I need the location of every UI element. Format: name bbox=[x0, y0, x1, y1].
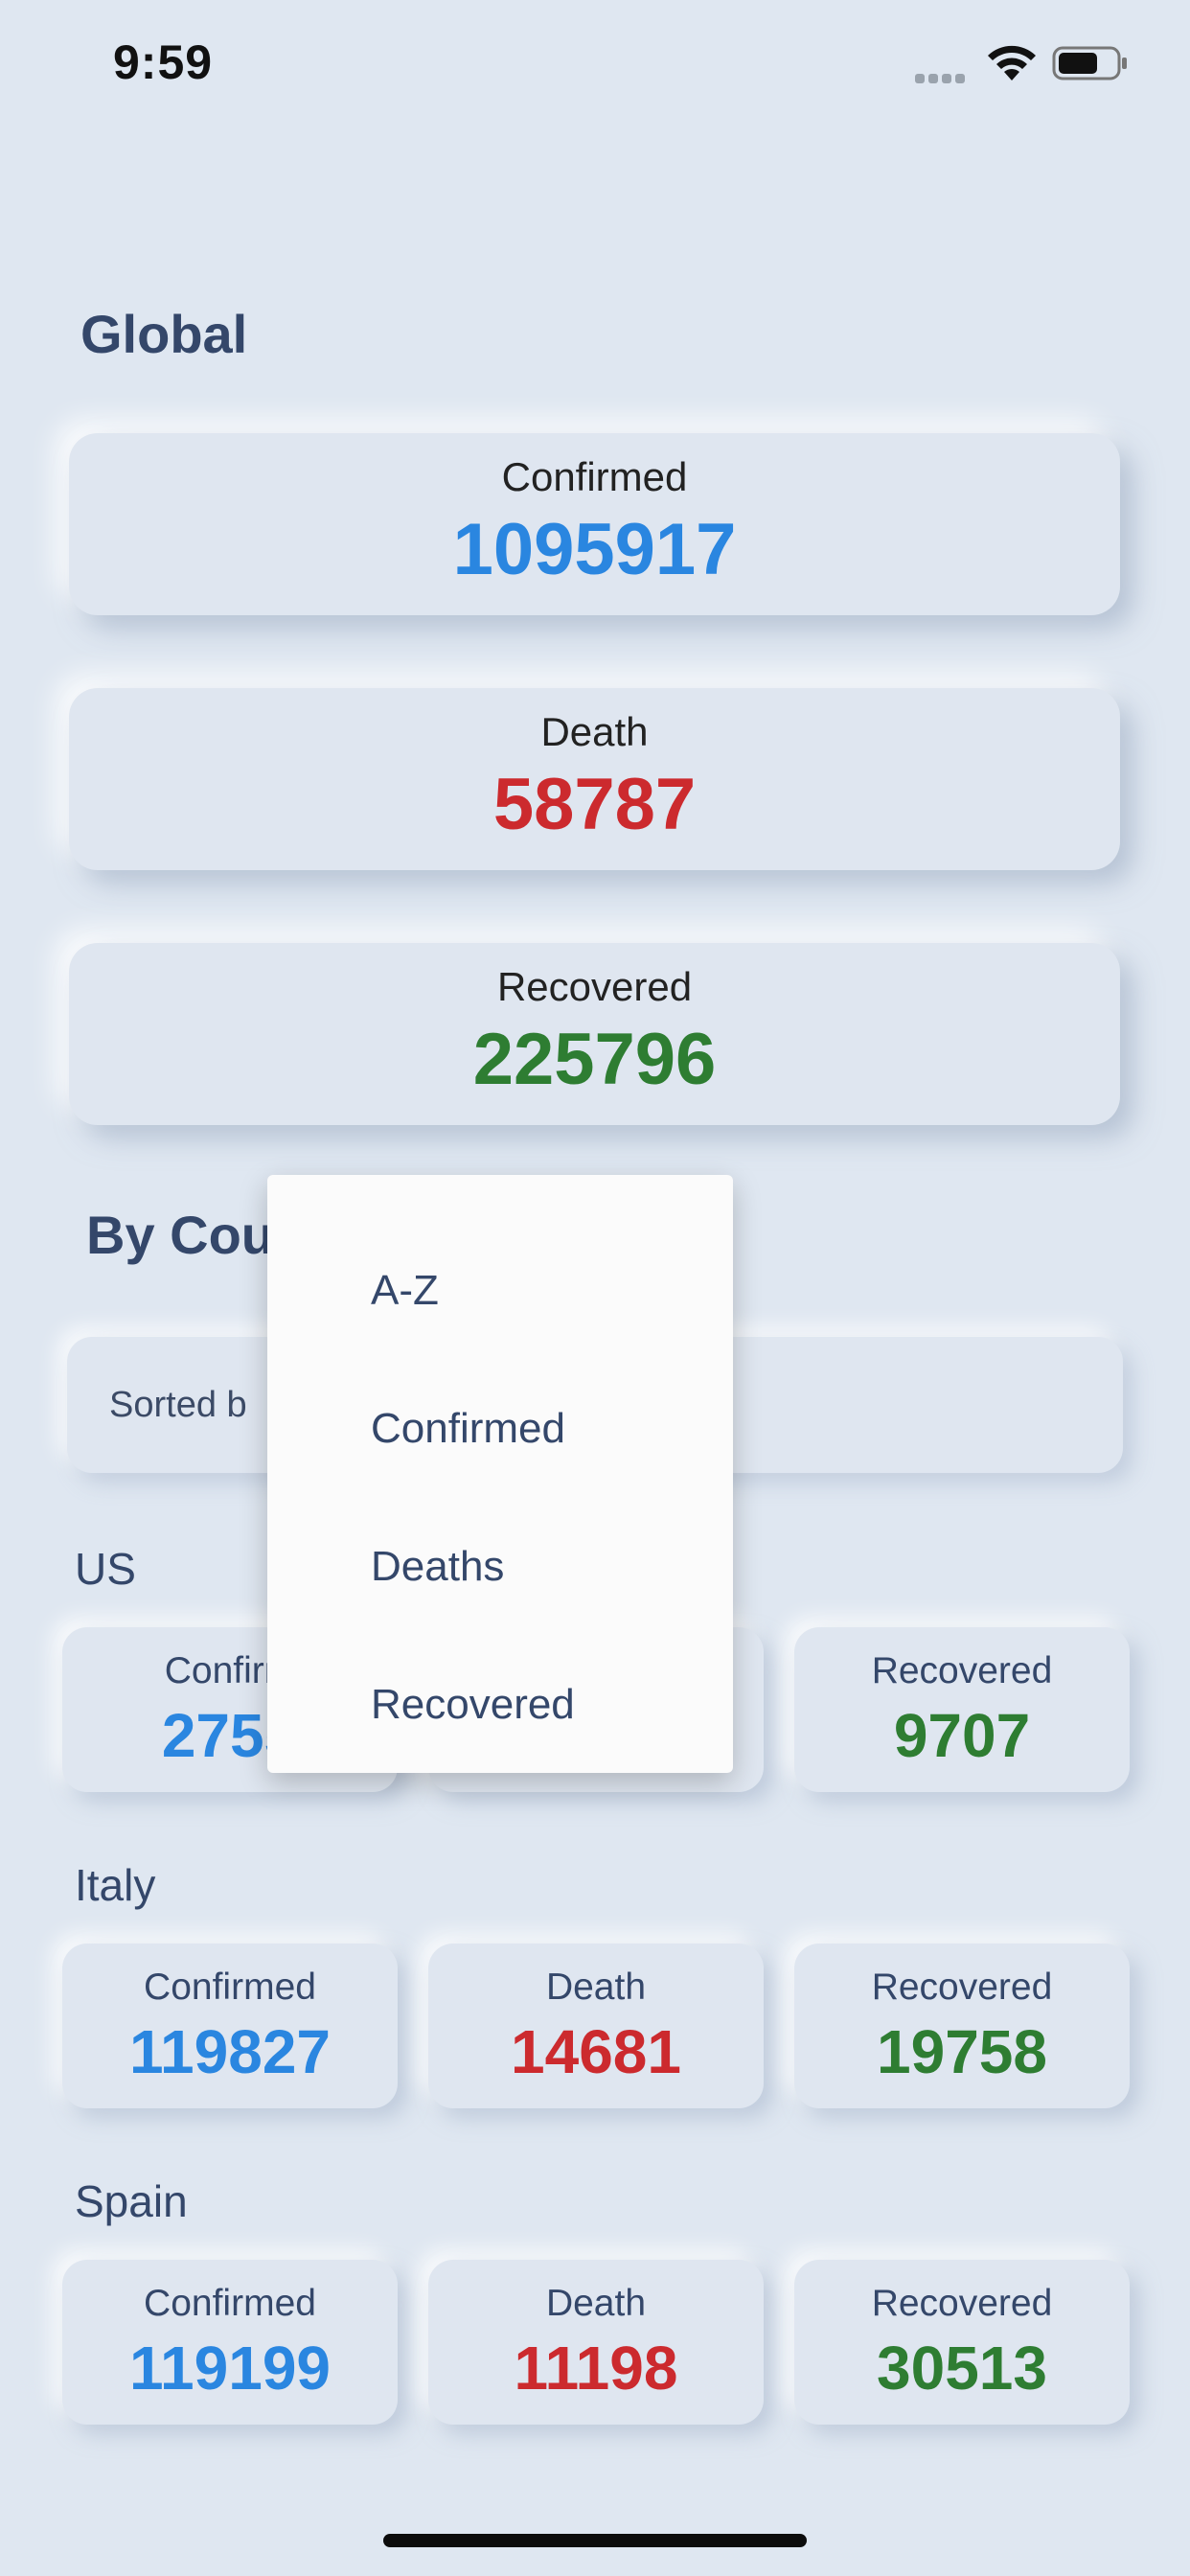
country-name-italy: Italy bbox=[75, 1860, 156, 1910]
global-recovered-label: Recovered bbox=[496, 964, 693, 1009]
us-recovered-value: 9707 bbox=[893, 1701, 1031, 1770]
global-confirmed-label: Confirmed bbox=[501, 454, 688, 499]
us-recovered-card: Recovered 9707 bbox=[794, 1627, 1130, 1792]
sort-dropdown-menu: A-Z Confirmed Deaths Recovered bbox=[267, 1175, 733, 1773]
battery-icon bbox=[1052, 46, 1129, 80]
by-country-title: By Cou bbox=[86, 1205, 274, 1265]
italy-death-label: Death bbox=[545, 1966, 647, 2008]
sort-option-recovered[interactable]: Recovered bbox=[371, 1681, 575, 1729]
italy-recovered-card: Recovered 19758 bbox=[794, 1944, 1130, 2108]
italy-confirmed-label: Confirmed bbox=[144, 1966, 316, 2008]
global-death-card: Death 58787 bbox=[69, 688, 1120, 870]
sort-option-deaths[interactable]: Deaths bbox=[371, 1543, 504, 1591]
spain-death-card: Death 11198 bbox=[428, 2260, 764, 2425]
global-confirmed-card: Confirmed 1095917 bbox=[69, 433, 1120, 615]
global-death-label: Death bbox=[540, 709, 649, 754]
italy-confirmed-card: Confirmed 119827 bbox=[62, 1944, 398, 2108]
country-name-us: US bbox=[75, 1544, 136, 1594]
sort-label: Sorted b bbox=[109, 1385, 247, 1425]
global-recovered-card: Recovered 225796 bbox=[69, 943, 1120, 1125]
italy-recovered-value: 19758 bbox=[877, 2017, 1047, 2086]
sort-option-a-z[interactable]: A-Z bbox=[371, 1267, 439, 1315]
italy-recovered-label: Recovered bbox=[871, 1966, 1053, 2008]
italy-death-card: Death 14681 bbox=[428, 1944, 764, 2108]
spain-recovered-card: Recovered 30513 bbox=[794, 2260, 1130, 2425]
spain-confirmed-card: Confirmed 119199 bbox=[62, 2260, 398, 2425]
spain-confirmed-value: 119199 bbox=[128, 2334, 332, 2403]
spain-recovered-label: Recovered bbox=[871, 2283, 1053, 2324]
signal-icon bbox=[915, 71, 971, 83]
global-confirmed-value: 1095917 bbox=[452, 509, 737, 590]
italy-death-value: 14681 bbox=[511, 2017, 681, 2086]
country-name-spain: Spain bbox=[75, 2176, 188, 2226]
us-recovered-label: Recovered bbox=[871, 1650, 1053, 1691]
sort-option-confirmed[interactable]: Confirmed bbox=[371, 1405, 565, 1453]
spain-recovered-value: 30513 bbox=[877, 2334, 1047, 2403]
global-recovered-value: 225796 bbox=[472, 1019, 717, 1100]
wifi-icon bbox=[985, 42, 1039, 82]
home-indicator[interactable] bbox=[383, 2534, 807, 2547]
italy-confirmed-value: 119827 bbox=[128, 2017, 332, 2086]
spain-death-value: 11198 bbox=[514, 2334, 678, 2403]
global-death-value: 58787 bbox=[492, 764, 697, 845]
global-title: Global bbox=[80, 304, 248, 364]
spain-death-label: Death bbox=[545, 2283, 647, 2324]
spain-confirmed-label: Confirmed bbox=[144, 2283, 316, 2324]
status-time: 9:59 bbox=[113, 35, 214, 89]
